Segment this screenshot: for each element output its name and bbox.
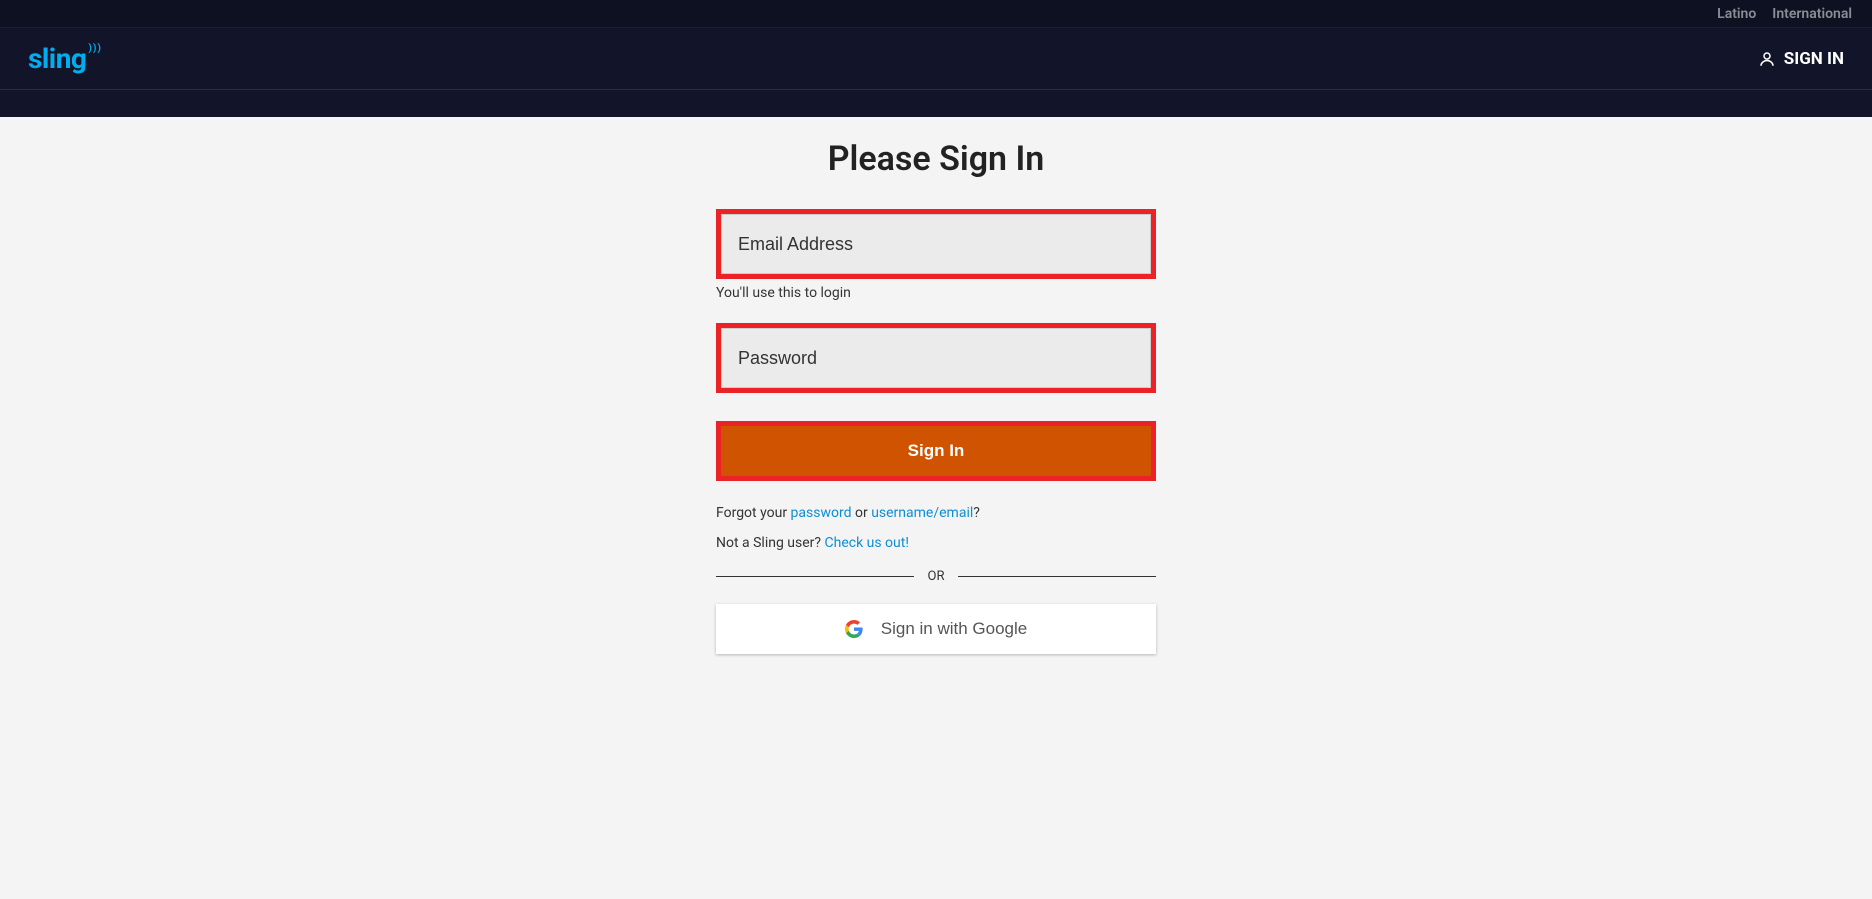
header-signin-button[interactable]: SIGN IN	[1758, 49, 1844, 69]
forgot-username-link[interactable]: username/email	[871, 505, 973, 521]
latino-link[interactable]: Latino	[1717, 6, 1756, 22]
main-header: sling))) SIGN IN	[0, 27, 1872, 90]
google-signin-button[interactable]: Sign in with Google	[716, 604, 1156, 654]
international-link[interactable]: International	[1772, 6, 1852, 22]
or-divider: OR	[716, 569, 1156, 584]
main-content: Please Sign In You'll use this to login …	[0, 117, 1872, 654]
user-icon	[1758, 50, 1776, 68]
sub-header-bar	[0, 90, 1872, 117]
signin-button[interactable]: Sign In	[721, 426, 1151, 476]
forgot-password-link[interactable]: password	[791, 505, 852, 521]
not-user-line: Not a Sling user? Check us out!	[716, 535, 1156, 551]
email-input[interactable]	[721, 214, 1151, 274]
page-title: Please Sign In	[828, 139, 1045, 179]
top-locale-bar: Latino International	[0, 0, 1872, 27]
email-highlight	[716, 209, 1156, 279]
header-signin-label: SIGN IN	[1784, 49, 1844, 69]
google-icon	[845, 620, 863, 638]
divider-text: OR	[914, 569, 959, 584]
sling-logo[interactable]: sling)))	[28, 42, 100, 75]
email-hint: You'll use this to login	[716, 285, 1156, 301]
password-highlight	[716, 323, 1156, 393]
password-input[interactable]	[721, 328, 1151, 388]
check-us-out-link[interactable]: Check us out!	[825, 535, 909, 551]
divider-line-left	[716, 576, 914, 577]
divider-line-right	[958, 576, 1156, 577]
signin-button-highlight: Sign In	[716, 421, 1156, 481]
signin-form: You'll use this to login Sign In Forgot …	[716, 209, 1156, 654]
forgot-line: Forgot your password or username/email?	[716, 505, 1156, 521]
google-signin-label: Sign in with Google	[881, 619, 1027, 639]
